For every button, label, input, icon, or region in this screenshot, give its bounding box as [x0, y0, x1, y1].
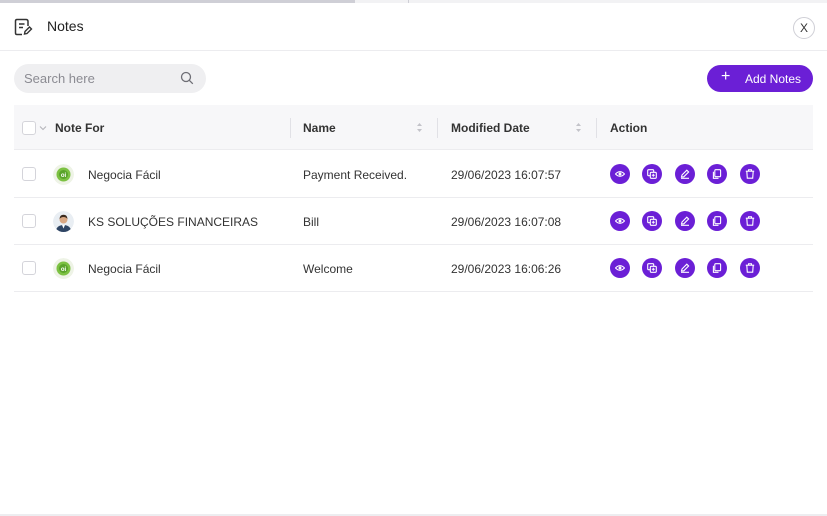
- add-notes-button[interactable]: + Add Notes: [707, 65, 813, 92]
- name-cell: Welcome: [303, 262, 353, 276]
- delete-button[interactable]: [740, 164, 760, 184]
- column-header-modified-date[interactable]: Modified Date: [451, 121, 530, 135]
- copy-icon: [647, 169, 657, 179]
- sort-icon[interactable]: [416, 122, 423, 133]
- duplicate-button[interactable]: [707, 211, 727, 231]
- edit-icon: [680, 263, 690, 273]
- eye-icon: [615, 265, 625, 271]
- close-icon: X: [799, 21, 808, 35]
- copy-icon: [647, 216, 657, 226]
- copy-icon: [647, 263, 657, 273]
- column-header-action: Action: [610, 121, 648, 135]
- delete-button[interactable]: [740, 211, 760, 231]
- delete-button[interactable]: [740, 258, 760, 278]
- search-box: [14, 64, 206, 93]
- row-checkbox[interactable]: [22, 214, 36, 228]
- delete-icon: [745, 263, 755, 273]
- name-cell: Bill: [303, 215, 320, 229]
- person-photo-avatar: [53, 211, 74, 232]
- table-row[interactable]: KS SOLUÇÕES FINANCEIRAS Bill 29/06/2023 …: [14, 198, 813, 245]
- note-for-cell: Negocia Fácil: [88, 262, 161, 276]
- column-header-name[interactable]: Name: [303, 121, 336, 135]
- chevron-down-icon[interactable]: [39, 125, 47, 131]
- edit-button[interactable]: [675, 258, 695, 278]
- delete-icon: [745, 216, 755, 226]
- column-separator: [290, 118, 291, 138]
- eye-icon: [615, 171, 625, 177]
- oi-logo-avatar: oi: [53, 164, 74, 185]
- note-for-cell: KS SOLUÇÕES FINANCEIRAS: [88, 215, 259, 229]
- copy-button[interactable]: [642, 164, 662, 184]
- eye-icon: [615, 218, 625, 224]
- duplicate-icon: [712, 169, 722, 179]
- plus-icon: +: [721, 68, 731, 85]
- note-for-cell: Negocia Fácil: [88, 168, 161, 182]
- edit-button[interactable]: [675, 211, 695, 231]
- delete-icon: [745, 169, 755, 179]
- column-header-note-for[interactable]: Note For: [55, 121, 104, 135]
- table-row[interactable]: oi Negocia Fácil Payment Received. 29/06…: [14, 151, 813, 198]
- select-all-checkbox[interactable]: [22, 121, 36, 135]
- svg-text:oi: oi: [61, 173, 67, 179]
- column-separator: [437, 118, 438, 138]
- modal-header: Notes X: [0, 3, 827, 51]
- table-row[interactable]: oi Negocia Fácil Welcome 29/06/2023 16:0…: [14, 245, 813, 292]
- edit-icon: [680, 216, 690, 226]
- modified-date-cell: 29/06/2023 16:07:08: [451, 215, 562, 229]
- copy-button[interactable]: [642, 258, 662, 278]
- row-checkbox[interactable]: [22, 261, 36, 275]
- edit-icon: [680, 169, 690, 179]
- column-separator: [596, 118, 597, 138]
- sort-icon[interactable]: [575, 122, 582, 133]
- duplicate-button[interactable]: [707, 164, 727, 184]
- view-button[interactable]: [610, 164, 630, 184]
- modal-title: Notes: [47, 18, 84, 34]
- duplicate-button[interactable]: [707, 258, 727, 278]
- duplicate-icon: [712, 216, 722, 226]
- edit-button[interactable]: [675, 164, 695, 184]
- modified-date-cell: 29/06/2023 16:06:26: [451, 262, 562, 276]
- view-button[interactable]: [610, 211, 630, 231]
- modified-date-cell: 29/06/2023 16:07:57: [451, 168, 562, 182]
- close-button[interactable]: X: [793, 17, 815, 39]
- duplicate-icon: [712, 263, 722, 273]
- search-input[interactable]: [24, 64, 174, 93]
- notes-edit-icon: [14, 18, 33, 36]
- copy-button[interactable]: [642, 211, 662, 231]
- svg-text:oi: oi: [61, 267, 67, 273]
- add-notes-label: Add Notes: [745, 72, 802, 86]
- view-button[interactable]: [610, 258, 630, 278]
- search-icon[interactable]: [180, 71, 194, 85]
- oi-logo-avatar: oi: [53, 258, 74, 279]
- name-cell: Payment Received.: [303, 168, 408, 182]
- table-header: Note For Name Modified Date Action: [14, 105, 813, 150]
- row-checkbox[interactable]: [22, 167, 36, 181]
